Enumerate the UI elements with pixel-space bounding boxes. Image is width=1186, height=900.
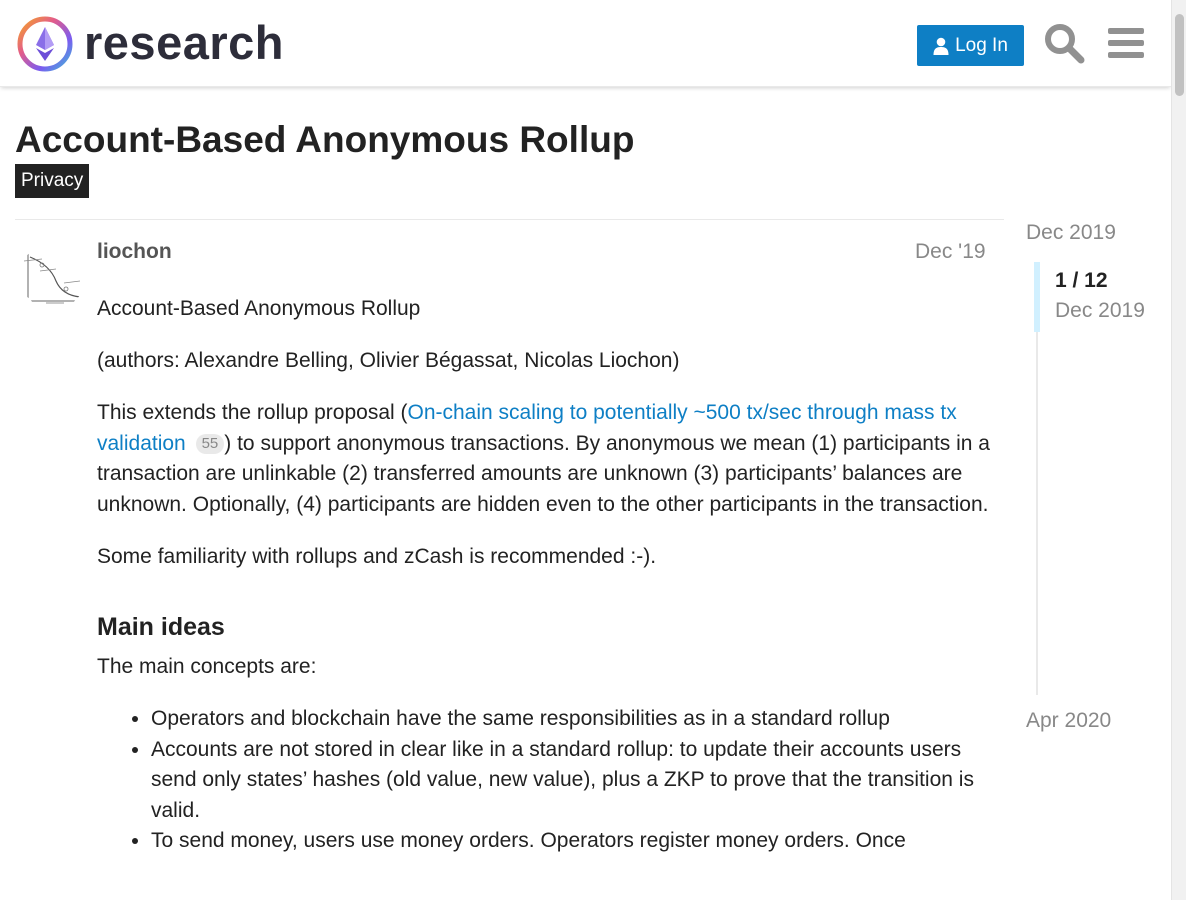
list-item: Accounts are not stored in clear like in… bbox=[151, 735, 992, 827]
post-paragraph: This extends the rollup proposal (On-cha… bbox=[97, 398, 992, 520]
timeline-post-counter: 1 / 12 bbox=[1055, 269, 1108, 292]
login-button[interactable]: Log In bbox=[917, 25, 1024, 66]
list-item: Operators and blockchain have the same r… bbox=[151, 704, 992, 735]
post-paragraph: Some familiarity with rollups and zCash … bbox=[97, 544, 657, 568]
post-paragraph: (authors: Alexandre Belling, Olivier Bég… bbox=[97, 349, 680, 372]
avatar-sketch-icon bbox=[20, 243, 86, 309]
divider bbox=[15, 219, 1004, 220]
avatar[interactable] bbox=[20, 243, 86, 309]
timeline-current-date: Dec 2019 bbox=[1055, 299, 1145, 322]
section-heading: Main ideas bbox=[97, 613, 225, 641]
site-header: research Log In bbox=[0, 0, 1171, 87]
timeline-handle[interactable] bbox=[1034, 262, 1040, 332]
post-body: Account-Based Anonymous Rollup (authors:… bbox=[97, 294, 992, 857]
logo-text: research bbox=[84, 15, 284, 69]
text-run: ) to support anonymous transactions. By … bbox=[97, 431, 990, 516]
scrollbar-thumb[interactable] bbox=[1175, 14, 1184, 96]
site-logo[interactable]: research bbox=[16, 14, 284, 74]
list-item: To send money, users use money orders. O… bbox=[151, 826, 992, 857]
bullet-list: Operators and blockchain have the same r… bbox=[97, 704, 992, 857]
link-click-count-badge: 55 bbox=[195, 433, 225, 454]
topic-title[interactable]: Account-Based Anonymous Rollup bbox=[15, 118, 634, 162]
text-run: This extends the rollup proposal ( bbox=[97, 401, 408, 424]
post-paragraph: Account-Based Anonymous Rollup bbox=[97, 297, 421, 320]
post-date[interactable]: Dec '19 bbox=[915, 240, 986, 264]
timeline-start-date[interactable]: Dec 2019 bbox=[1026, 221, 1116, 245]
search-icon[interactable] bbox=[1043, 22, 1085, 64]
hamburger-menu-icon[interactable] bbox=[1105, 22, 1147, 64]
post-username[interactable]: liochon bbox=[97, 240, 172, 264]
timeline-end-date[interactable]: Apr 2020 bbox=[1026, 709, 1111, 733]
login-button-label: Log In bbox=[955, 34, 1008, 56]
page-scrollbar[interactable] bbox=[1171, 0, 1186, 900]
ethereum-logo-icon bbox=[17, 16, 73, 72]
post-paragraph: The main concepts are: bbox=[97, 655, 317, 678]
user-icon bbox=[933, 37, 949, 55]
category-badge[interactable]: Privacy bbox=[15, 164, 90, 198]
